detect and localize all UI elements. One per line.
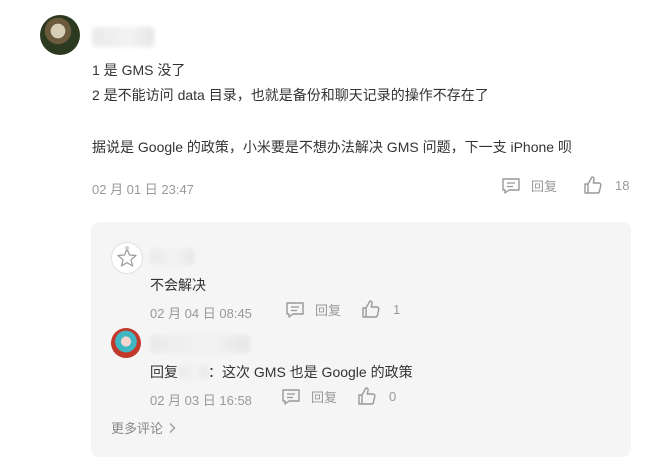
chevron-right-icon: [169, 422, 176, 433]
like-button[interactable]: 18: [583, 175, 629, 195]
more-comments-label: 更多评论: [111, 421, 164, 436]
comment-line-1: 1 是 GMS 没了: [92, 62, 186, 78]
reply-button[interactable]: 回复: [501, 176, 557, 195]
thumbs-up-icon: [362, 300, 380, 318]
like-button[interactable]: 1: [361, 299, 400, 319]
reply-button[interactable]: 回复: [285, 300, 341, 319]
avatar[interactable]: [40, 15, 80, 55]
avatar[interactable]: [111, 242, 143, 274]
reply-label: 回复: [531, 179, 558, 194]
more-comments-link[interactable]: 更多评论: [111, 418, 177, 437]
reply-icon: [502, 177, 520, 194]
comment-line-3: 据说是 Google 的政策，小米要是不想办法解决 GMS 问题，下一支 iPh…: [92, 139, 572, 155]
reply-timestamp: 02 月 03 日 16:58: [150, 393, 252, 408]
like-count: 18: [615, 177, 630, 193]
reply-label: 回复: [315, 303, 342, 318]
reply-label: 回复: [311, 390, 338, 405]
reply-button[interactable]: 回复: [281, 387, 337, 406]
like-count: 1: [393, 301, 401, 317]
reply-text: 不会解决: [150, 277, 206, 293]
mentioned-user-redacted[interactable]: [178, 365, 208, 379]
reply-line: 回复 ：这次 GMS 也是 Google 的政策: [150, 362, 413, 382]
reply-icon: [282, 388, 300, 405]
username-redacted[interactable]: [150, 335, 250, 353]
comment-timestamp: 02 月 01 日 23:47: [92, 182, 194, 197]
reply-icon: [286, 301, 304, 318]
username-redacted[interactable]: [150, 249, 194, 265]
reply-text: ：这次 GMS 也是 Google 的政策: [208, 364, 413, 380]
like-button[interactable]: 0: [357, 386, 396, 406]
default-avatar-icon: [117, 246, 137, 267]
thumbs-up-icon: [584, 176, 602, 194]
thumbs-up-icon: [358, 387, 376, 405]
reply-timestamp: 02 月 04 日 08:45: [150, 306, 252, 321]
username-redacted[interactable]: [92, 27, 154, 47]
like-count: 0: [389, 388, 397, 404]
reply-prefix: 回复: [150, 364, 178, 380]
avatar[interactable]: [111, 328, 141, 358]
comment-line-2: 2 是不能访问 data 目录，也就是备份和聊天记录的操作不存在了: [92, 87, 489, 103]
